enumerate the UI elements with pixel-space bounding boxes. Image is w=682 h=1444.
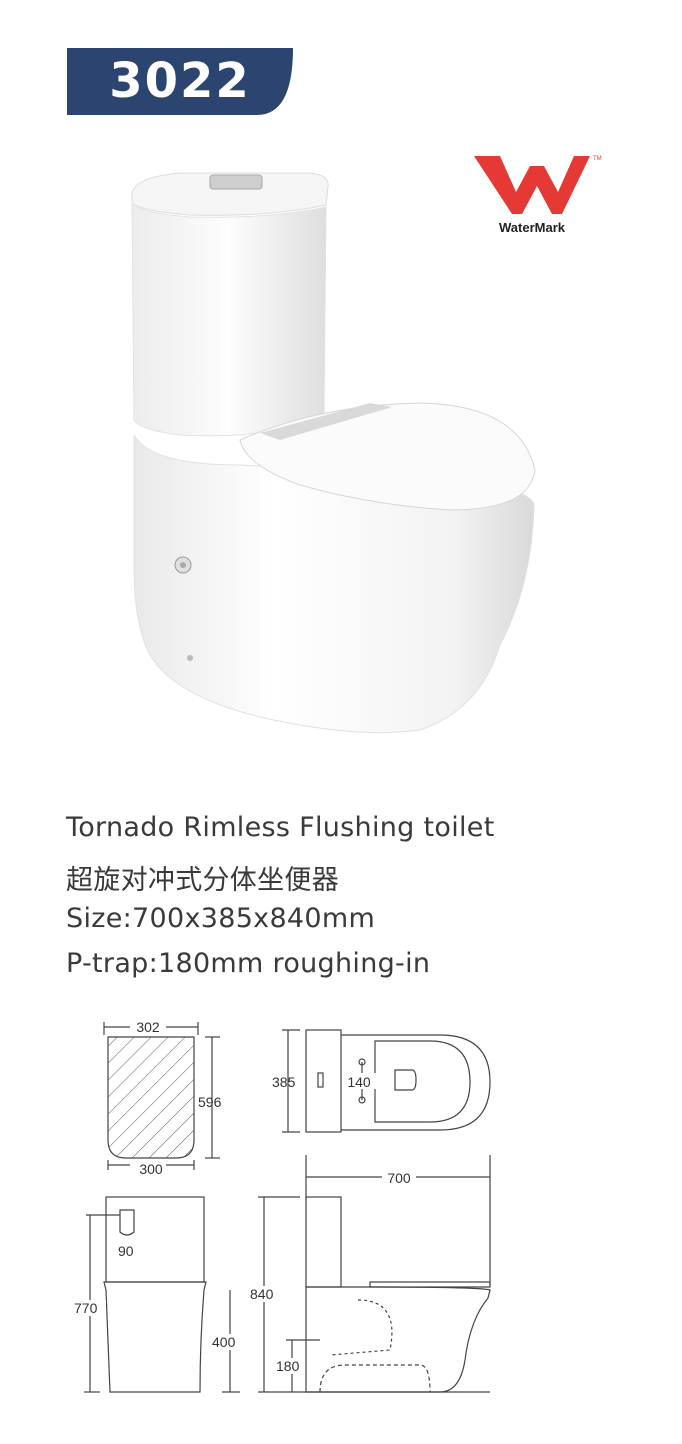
- dim-overall-length: 700: [387, 1170, 411, 1186]
- technical-drawings: 302 300 596 385 140 700 90 770 400 840 1…: [70, 1018, 491, 1393]
- product-name-cn: 超旋对冲式分体坐便器: [66, 865, 339, 896]
- model-number-tab: 3022: [67, 48, 293, 115]
- top-view: [282, 1029, 491, 1133]
- dim-front-bowl-height: 400: [212, 1334, 236, 1350]
- svg-text:TM: TM: [593, 156, 602, 162]
- front-view: [84, 1196, 240, 1393]
- dim-seat-length: 596: [198, 1094, 222, 1110]
- dim-seat-top-width: 302: [136, 1019, 160, 1035]
- product-photo: [131, 172, 536, 734]
- dim-roughing-in: 180: [276, 1358, 300, 1374]
- dim-outlet-spacing: 140: [347, 1074, 371, 1090]
- dim-top-view-width: 385: [272, 1074, 296, 1090]
- dim-front-height: 770: [74, 1300, 98, 1316]
- model-number: 3022: [109, 53, 251, 109]
- product-name-en: Tornado Rimless Flushing toilet: [66, 812, 495, 843]
- dim-seat-bottom-width: 300: [139, 1161, 163, 1177]
- dim-tank-offset: 90: [118, 1243, 134, 1259]
- product-size: Size:700x385x840mm: [66, 903, 376, 934]
- dim-side-height: 840: [250, 1286, 274, 1302]
- product-trap: P-trap:180mm roughing-in: [66, 948, 431, 979]
